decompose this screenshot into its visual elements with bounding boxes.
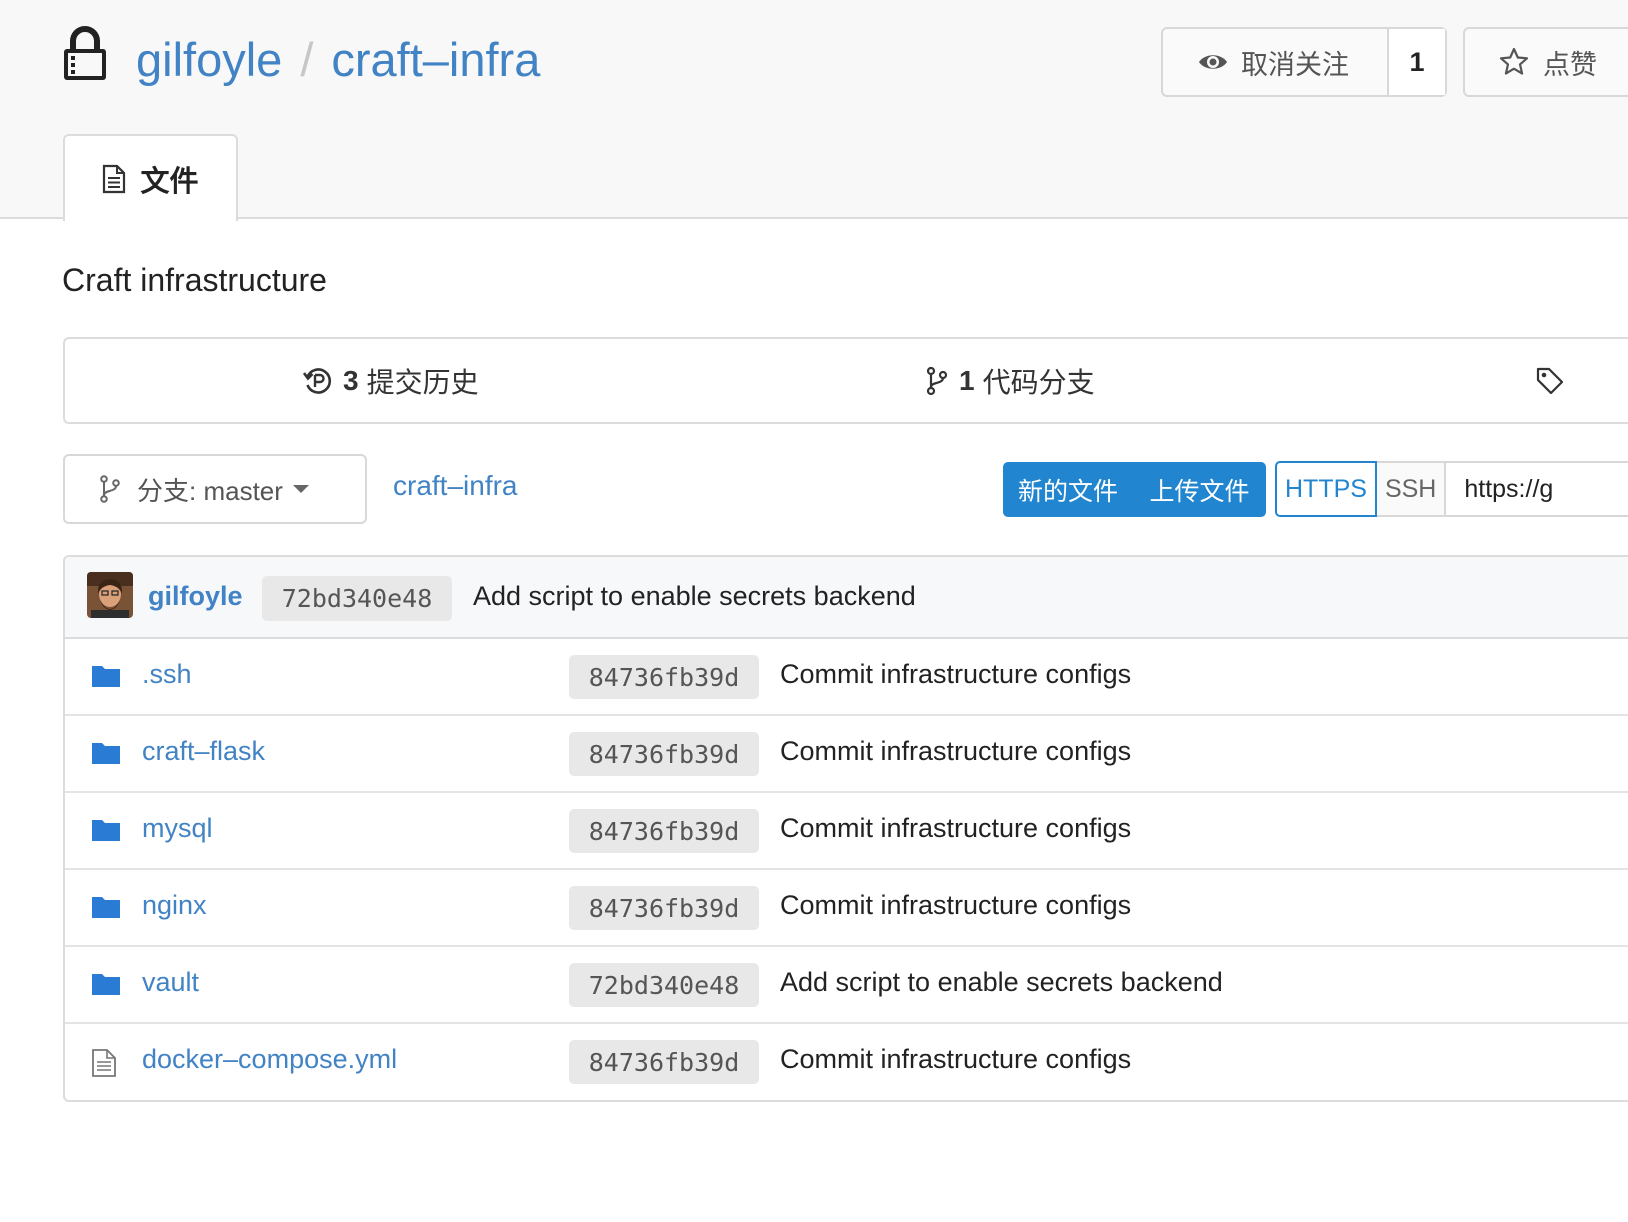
latest-commit-bar: gilfoyle 72bd340e48 Add script to enable…	[65, 557, 1628, 639]
tab-files-label: 文件	[140, 165, 199, 198]
file-commit-sha-link[interactable]: 84736fb39d	[569, 809, 759, 853]
file-name-link[interactable]: .ssh	[142, 659, 192, 690]
repo-name-link[interactable]: craft–infra	[331, 33, 540, 86]
commit-author-link[interactable]: gilfoyle	[148, 581, 243, 612]
star-button[interactable]: 点赞	[1463, 27, 1628, 97]
repo-stats-bar: 3 提交历史 1 代码分支	[63, 337, 1628, 424]
file-name-link[interactable]: docker–compose.yml	[142, 1044, 397, 1075]
star-label: 点赞	[1543, 49, 1597, 80]
branches-label: 代码分支	[982, 366, 1095, 398]
file-commit-message[interactable]: Commit infrastructure configs	[780, 890, 1131, 921]
tab-files[interactable]: 文件	[63, 134, 238, 221]
file-commit-message[interactable]: Add script to enable secrets backend	[780, 967, 1223, 998]
file-icon	[92, 1049, 116, 1077]
branch-dropdown[interactable]: 分支: master	[63, 454, 367, 524]
folder-icon	[92, 897, 120, 918]
clone-url-group: HTTPS SSH https://g	[1275, 461, 1628, 517]
unwatch-button[interactable]: 取消关注	[1163, 29, 1389, 95]
caret-down-icon	[292, 485, 309, 493]
file-commit-message[interactable]: Commit infrastructure configs	[780, 736, 1131, 767]
tags-stat[interactable]	[1535, 339, 1565, 422]
commit-message: Add script to enable secrets backend	[473, 581, 916, 611]
tag-icon	[1536, 367, 1564, 394]
repo-owner-link[interactable]: gilfoyle	[136, 33, 282, 86]
file-commit-sha-link[interactable]: 84736fb39d	[569, 1040, 759, 1084]
commit-sha-link[interactable]: 72bd340e48	[262, 576, 452, 621]
unwatch-label: 取消关注	[1241, 49, 1349, 80]
file-table: gilfoyle 72bd340e48 Add script to enable…	[63, 555, 1628, 1102]
file-commit-sha-link[interactable]: 84736fb39d	[569, 732, 759, 776]
file-row: docker–compose.yml 84736fb39d Commit infra…	[65, 1024, 1628, 1100]
title-separator: /	[300, 33, 314, 86]
avatar[interactable]	[87, 572, 133, 618]
file-row: craft–flask 84736fb39d Commit infrastructu…	[65, 716, 1628, 793]
watch-count[interactable]: 1	[1389, 29, 1445, 95]
clone-url-input[interactable]: https://g	[1446, 461, 1628, 517]
lock-icon	[64, 26, 106, 80]
file-commit-sha-link[interactable]: 72bd340e48	[569, 963, 759, 1007]
folder-icon	[92, 820, 120, 841]
file-row: nginx 84736fb39d Commit infrastructure con…	[65, 870, 1628, 947]
file-commit-message[interactable]: Commit infrastructure configs	[780, 813, 1131, 844]
breadcrumb-repo-link[interactable]: craft–infra	[393, 470, 518, 502]
file-commit-sha-link[interactable]: 84736fb39d	[569, 655, 759, 699]
branches-stat[interactable]: 1 代码分支	[925, 339, 1095, 422]
new-file-button[interactable]: 新的文件	[1003, 472, 1133, 508]
file-actions-group: 新的文件 上传文件	[1003, 462, 1266, 517]
commits-stat[interactable]: 3 提交历史	[303, 339, 479, 422]
file-text-icon	[103, 164, 126, 193]
branches-count: 1	[959, 364, 975, 396]
eye-icon	[1199, 55, 1227, 69]
file-name-link[interactable]: craft–flask	[142, 736, 265, 767]
file-row: .ssh 84736fb39d Commit infrastructure conf…	[65, 639, 1628, 716]
file-commit-sha-link[interactable]: 84736fb39d	[569, 886, 759, 930]
file-name-link[interactable]: nginx	[142, 890, 207, 921]
folder-icon	[92, 974, 120, 995]
file-name-link[interactable]: mysql	[142, 813, 213, 844]
folder-icon	[92, 666, 120, 687]
commits-count: 3	[343, 364, 359, 396]
file-row: vault 72bd340e48 Add script to enable secr…	[65, 947, 1628, 1024]
clone-ssh-button[interactable]: SSH	[1376, 461, 1447, 517]
star-icon	[1499, 47, 1529, 75]
file-name-link[interactable]: vault	[142, 967, 199, 998]
upload-file-button[interactable]: 上传文件	[1133, 472, 1266, 508]
folder-icon	[92, 743, 120, 764]
history-icon	[303, 367, 331, 394]
watch-button-group: 取消关注 1	[1161, 27, 1447, 97]
branch-icon	[926, 366, 948, 395]
file-commit-message[interactable]: Commit infrastructure configs	[780, 659, 1131, 690]
repo-description: Craft infrastructure	[62, 262, 327, 298]
file-commit-message[interactable]: Commit infrastructure configs	[780, 1044, 1131, 1075]
commits-label: 提交历史	[366, 366, 479, 398]
clone-https-button[interactable]: HTTPS	[1275, 461, 1377, 517]
branch-dropdown-label: 分支: master	[137, 475, 283, 506]
repo-title: gilfoyle / craft–infra	[136, 30, 540, 90]
file-row: mysql 84736fb39d Commit infrastructure con…	[65, 793, 1628, 870]
branch-icon	[100, 475, 120, 503]
